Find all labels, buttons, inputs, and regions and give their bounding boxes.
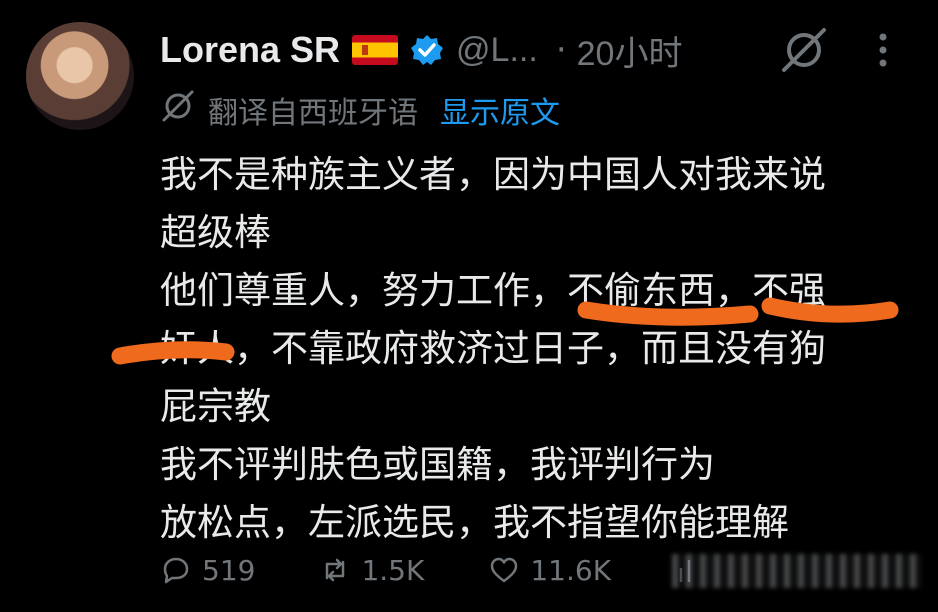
- repost-count: 1.5K: [361, 553, 425, 587]
- separator-dot: ·: [555, 30, 567, 70]
- post-time[interactable]: 20小时: [577, 26, 683, 75]
- translate-icon: [160, 88, 196, 132]
- more-icon[interactable]: [868, 28, 898, 72]
- author-name[interactable]: Lorena SR: [160, 29, 340, 71]
- verified-badge-icon: [410, 33, 444, 67]
- tweet-text-line: 放松点，左派选民，我不指望你能理解: [160, 501, 789, 544]
- repost-button[interactable]: 1.5K: [319, 554, 424, 587]
- like-icon: [491, 557, 518, 583]
- tweet-text-line: 超级棒: [160, 211, 271, 254]
- tweet-text-line: 我不是种族主义者，因为中国人对我来说: [160, 153, 826, 196]
- reply-icon: [163, 557, 189, 584]
- reply-button[interactable]: 519: [160, 554, 255, 587]
- translation-bar: 翻译自西班牙语 显示原文: [160, 88, 560, 132]
- tweet-text-line: 他们尊重人，努力工作，不偷东西，不强: [160, 269, 826, 312]
- tweet-text-line: 我不评判肤色或国籍，我评判行为: [160, 443, 715, 486]
- like-count: 11.6K: [530, 553, 612, 587]
- translated-from-label: 翻译自西班牙语: [208, 96, 418, 131]
- tweet-text: 我不是种族主义者，因为中国人对我来说 超级棒 他们尊重人，努力工作，不偷东西，不…: [160, 146, 900, 552]
- blurred-watermark: [672, 554, 922, 588]
- like-button[interactable]: 11.6K: [488, 554, 611, 587]
- tweet-text-line: 奸人，不靠政府救济过日子，而且没有狗: [160, 327, 826, 370]
- show-original-link[interactable]: 显示原文: [440, 88, 560, 132]
- tweet-text-line: 屁宗教: [160, 385, 271, 428]
- avatar[interactable]: [26, 22, 134, 130]
- reply-count: 519: [202, 553, 256, 587]
- author-handle[interactable]: @L...: [456, 31, 538, 70]
- repost-icon: [326, 558, 345, 582]
- grok-icon[interactable]: [778, 26, 830, 74]
- spain-flag-icon: [352, 35, 399, 65]
